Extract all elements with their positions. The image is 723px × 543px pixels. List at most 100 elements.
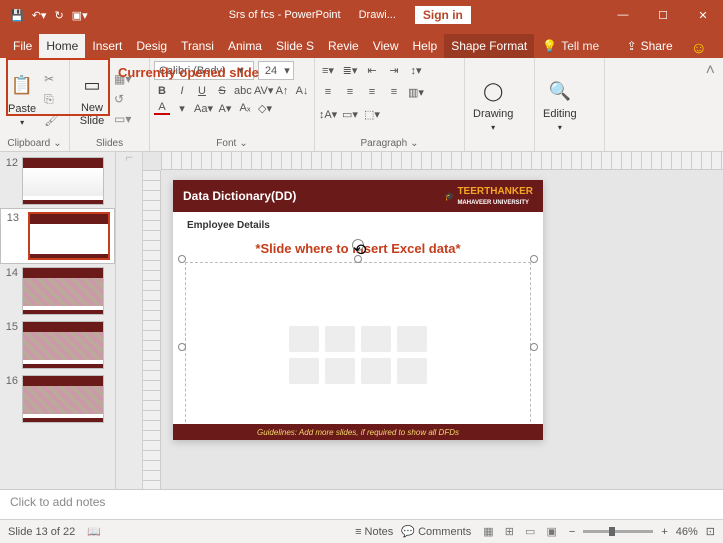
placeholder-icons[interactable] bbox=[289, 326, 427, 384]
zoom-out-icon[interactable]: − bbox=[569, 526, 575, 538]
shrink-font-icon[interactable]: A↓ bbox=[294, 85, 310, 97]
comments-button[interactable]: 💬 Comments bbox=[401, 525, 471, 538]
tab-transitions[interactable]: Transi bbox=[174, 34, 221, 58]
indent-right-icon[interactable]: ⇥ bbox=[385, 61, 403, 79]
find-icon: 🔍 bbox=[546, 77, 574, 105]
sorter-view-icon[interactable]: ⊞ bbox=[501, 524, 518, 540]
font-size-select[interactable]: 24▾ bbox=[258, 61, 294, 80]
zoom-in-icon[interactable]: + bbox=[661, 526, 667, 538]
zoom-slider[interactable] bbox=[583, 530, 653, 533]
redo-icon[interactable]: ↻ bbox=[54, 9, 63, 22]
thumbnail-12[interactable]: 12 bbox=[0, 154, 115, 208]
clipboard-icon: 📋 bbox=[8, 72, 36, 100]
drawing-tools-label: Drawi... bbox=[351, 5, 404, 25]
align-right-icon[interactable]: ≡ bbox=[363, 83, 381, 101]
fit-icon[interactable]: ⊡ bbox=[706, 525, 715, 538]
share-icon: ⇪ bbox=[627, 39, 637, 53]
format-painter-icon[interactable]: 🖌 bbox=[44, 113, 59, 127]
chart-icon[interactable] bbox=[325, 326, 355, 352]
notes-button[interactable]: ≡ Notes bbox=[355, 526, 393, 538]
3d-icon[interactable] bbox=[397, 326, 427, 352]
maximize-icon[interactable]: ☐ bbox=[643, 3, 683, 28]
spacing-button[interactable]: AV▾ bbox=[254, 84, 270, 97]
justify-icon[interactable]: ≡ bbox=[385, 83, 403, 101]
columns-icon[interactable]: ▥▾ bbox=[407, 83, 425, 101]
italic-button[interactable]: I bbox=[174, 85, 190, 97]
new-slide-button[interactable]: ▭ New Slide bbox=[74, 69, 110, 128]
align-center-icon[interactable]: ≡ bbox=[341, 83, 359, 101]
slide-canvas[interactable]: Data Dictionary(DD) 🎓TEERTHANKERMAHAVEER… bbox=[173, 180, 543, 440]
tab-help[interactable]: Help bbox=[406, 34, 445, 58]
thumbnail-14[interactable]: 14 bbox=[0, 264, 115, 318]
highlight-button[interactable]: A▾ bbox=[217, 102, 233, 115]
numbering-icon[interactable]: ≣▾ bbox=[341, 61, 359, 79]
bullets-icon[interactable]: ≡▾ bbox=[319, 61, 337, 79]
indent-left-icon[interactable]: ⇤ bbox=[363, 61, 381, 79]
quick-access-toolbar: 💾 ↶▾ ↻ ▣▾ bbox=[0, 9, 98, 22]
text-direction-icon[interactable]: ↕A▾ bbox=[319, 105, 337, 123]
annotation-text: Currently opened slide bbox=[118, 65, 259, 81]
save-icon[interactable]: 💾 bbox=[10, 9, 24, 22]
feedback-icon[interactable]: ☺ bbox=[681, 40, 717, 58]
line-spacing-icon[interactable]: ↕▾ bbox=[407, 61, 425, 79]
thumbnail-15[interactable]: 15 bbox=[0, 318, 115, 372]
share-button[interactable]: ⇪Share bbox=[619, 34, 681, 58]
icons-icon[interactable] bbox=[397, 358, 427, 384]
tab-home[interactable]: Home bbox=[39, 34, 85, 58]
change-case-button[interactable]: Aa▾ bbox=[194, 102, 213, 115]
bulb-icon: 💡 bbox=[542, 39, 557, 53]
slide-thumbnails[interactable]: 12 13 14 15 16 bbox=[0, 152, 115, 489]
zoom-level[interactable]: 46% bbox=[676, 526, 698, 538]
tab-slideshow[interactable]: Slide S bbox=[269, 34, 321, 58]
shapes-icon: ◯ bbox=[479, 77, 507, 105]
section-icon[interactable]: ▭▾ bbox=[114, 112, 131, 126]
reading-view-icon[interactable]: ▭ bbox=[521, 524, 539, 540]
online-pic-icon[interactable] bbox=[325, 358, 355, 384]
underline-button[interactable]: U bbox=[194, 85, 210, 97]
slideshow-view-icon[interactable]: ▣ bbox=[542, 524, 560, 540]
bold-button[interactable]: B bbox=[154, 85, 170, 97]
tab-view[interactable]: View bbox=[366, 34, 406, 58]
thumbnail-16[interactable]: 16 bbox=[0, 372, 115, 426]
slide-subtitle: Employee Details bbox=[173, 212, 543, 239]
editing-button[interactable]: 🔍Editing▾ bbox=[539, 75, 581, 134]
notes-pane[interactable]: Click to add notes bbox=[0, 489, 723, 519]
tab-file[interactable]: File bbox=[6, 34, 39, 58]
undo-icon[interactable]: ↶▾ bbox=[32, 9, 47, 22]
spellcheck-icon[interactable]: 📖 bbox=[87, 525, 101, 538]
sign-in-button[interactable]: Sign in bbox=[414, 5, 472, 25]
minimize-icon[interactable]: — bbox=[603, 3, 643, 28]
reset-icon[interactable]: ↺ bbox=[114, 92, 131, 106]
tab-shape-format[interactable]: Shape Format bbox=[444, 34, 534, 58]
video-icon[interactable] bbox=[361, 358, 391, 384]
tab-insert[interactable]: Insert bbox=[85, 34, 129, 58]
thumbnail-13[interactable]: 13 bbox=[0, 208, 115, 264]
drawing-button[interactable]: ◯Drawing▾ bbox=[469, 75, 517, 134]
grow-font-icon[interactable]: A↑ bbox=[274, 85, 290, 97]
char-border-icon[interactable]: ◇▾ bbox=[257, 102, 273, 115]
smartart-ph-icon[interactable] bbox=[361, 326, 391, 352]
cut-icon[interactable]: ✂ bbox=[44, 72, 59, 86]
strike-button[interactable]: S bbox=[214, 85, 230, 97]
start-show-icon[interactable]: ▣▾ bbox=[72, 9, 88, 22]
tab-design[interactable]: Desig bbox=[129, 34, 174, 58]
tab-animations[interactable]: Anima bbox=[221, 34, 269, 58]
tab-review[interactable]: Revie bbox=[321, 34, 366, 58]
normal-view-icon[interactable]: ▦ bbox=[479, 524, 497, 540]
align-left-icon[interactable]: ≡ bbox=[319, 83, 337, 101]
picture-icon[interactable] bbox=[289, 358, 319, 384]
tell-me[interactable]: 💡Tell me bbox=[534, 34, 607, 58]
align-text-icon[interactable]: ▭▾ bbox=[341, 105, 359, 123]
close-icon[interactable]: ✕ bbox=[683, 3, 723, 28]
paste-button[interactable]: 📋 Paste ▾ bbox=[4, 70, 40, 129]
font-color-button[interactable]: A bbox=[154, 101, 170, 115]
content-placeholder[interactable]: ⟲ bbox=[185, 262, 531, 432]
table-icon[interactable] bbox=[289, 326, 319, 352]
collapse-ribbon-icon[interactable]: ˄ bbox=[698, 58, 723, 151]
shadow-button[interactable]: abc bbox=[234, 85, 250, 97]
work-area: 12 13 14 15 16 Currently opened slide L … bbox=[0, 152, 723, 489]
slide-editor[interactable]: Data Dictionary(DD) 🎓TEERTHANKERMAHAVEER… bbox=[143, 152, 723, 489]
copy-icon[interactable]: ⎘ bbox=[44, 92, 59, 107]
smartart-icon[interactable]: ⬚▾ bbox=[363, 105, 381, 123]
clear-format-icon[interactable]: Aₓ bbox=[237, 102, 253, 114]
